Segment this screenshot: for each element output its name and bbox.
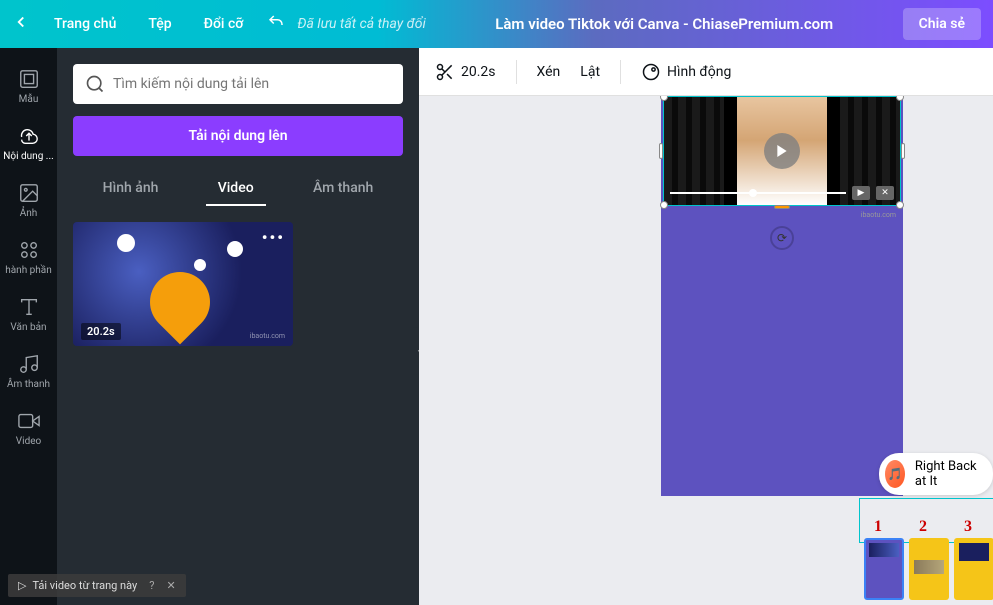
animate-icon bbox=[641, 62, 661, 82]
tab-audio[interactable]: Âm thanh bbox=[301, 172, 385, 206]
rail-audio[interactable]: Âm thanh bbox=[0, 343, 57, 400]
thumb-watermark: ibaotu.com bbox=[250, 332, 285, 340]
trim-button[interactable]: 20.2s bbox=[435, 62, 496, 82]
canvas-area: 20.2s Xén Lật Hình động ▶ ✕ bbox=[419, 48, 993, 605]
media-thumbnail[interactable]: ••• 20.2s ibaotu.com bbox=[73, 222, 293, 346]
upload-button[interactable]: Tải nội dung lên bbox=[73, 116, 403, 156]
rail-elements[interactable]: hành phần bbox=[0, 229, 57, 286]
video-expand-icon[interactable]: ▶ bbox=[852, 186, 870, 200]
design-title[interactable]: Làm video Tiktok với Canva - ChiasePremi… bbox=[426, 15, 903, 33]
resize-handle[interactable] bbox=[901, 143, 905, 159]
home-menu[interactable]: Trang chủ bbox=[38, 8, 132, 40]
video-progress[interactable]: ▶ ✕ bbox=[670, 187, 894, 199]
audio-track-pill[interactable]: 🎵 Right Back at It bbox=[879, 453, 993, 495]
audio-avatar-icon: 🎵 bbox=[885, 460, 905, 488]
main-area: Mẫu Nội dung ... Ảnh hành phần Văn bản Â… bbox=[0, 48, 993, 605]
design-page[interactable]: ▶ ✕ ibaotu.com ⟳ bbox=[661, 96, 903, 496]
canvas-workspace[interactable]: ▶ ✕ ibaotu.com ⟳ 🎵 Right Back at It bbox=[419, 96, 993, 605]
pages-strip: 1 2 3 4 + bbox=[864, 538, 993, 600]
upload-tabs: Hình ảnh Video Âm thanh bbox=[73, 172, 403, 206]
back-icon[interactable] bbox=[12, 13, 30, 35]
resize-handle[interactable] bbox=[896, 96, 904, 101]
share-button[interactable]: Chia sẻ bbox=[903, 8, 981, 40]
rail-uploads[interactable]: Nội dung ... bbox=[0, 115, 57, 172]
resize-handle[interactable] bbox=[659, 143, 663, 159]
tab-images[interactable]: Hình ảnh bbox=[91, 172, 171, 206]
saved-status: Đã lưu tất cả thay đổi bbox=[297, 16, 425, 32]
search-input[interactable] bbox=[113, 76, 391, 92]
resize-handle[interactable] bbox=[896, 201, 904, 209]
rail-text[interactable]: Văn bản bbox=[0, 286, 57, 343]
rail-templates[interactable]: Mẫu bbox=[0, 58, 57, 115]
page-thumbnail-3[interactable]: 3 bbox=[954, 538, 993, 600]
element-watermark: ibaotu.com bbox=[861, 211, 896, 219]
resize-handle[interactable] bbox=[774, 205, 790, 209]
rail-video[interactable]: Video bbox=[0, 400, 57, 457]
page-thumbnail-2[interactable]: 2 bbox=[909, 538, 949, 600]
thumb-duration: 20.2s bbox=[81, 323, 121, 340]
download-notice: ▷ Tải video từ trang này ? ✕ bbox=[8, 574, 186, 597]
notice-close-icon[interactable]: ✕ bbox=[166, 579, 175, 592]
undo-icon[interactable] bbox=[267, 13, 285, 35]
crop-button[interactable]: Xén bbox=[537, 64, 561, 80]
app-header: Trang chủ Tệp Đổi cỡ Đã lưu tất cả thay … bbox=[0, 0, 993, 48]
page-thumbnail-1[interactable]: 1 bbox=[864, 538, 904, 600]
resize-menu[interactable]: Đổi cỡ bbox=[188, 8, 260, 40]
scissors-icon bbox=[435, 62, 455, 82]
animate-button[interactable]: Hình động bbox=[641, 62, 731, 82]
play-icon[interactable] bbox=[764, 133, 800, 169]
video-close-icon[interactable]: ✕ bbox=[876, 186, 894, 200]
editor-toolbar: 20.2s Xén Lật Hình động bbox=[419, 48, 993, 96]
audio-title: Right Back at It bbox=[915, 459, 977, 489]
play-small-icon: ▷ bbox=[18, 579, 26, 592]
side-panel: Tải nội dung lên Hình ảnh Video Âm thanh… bbox=[57, 48, 419, 605]
tab-video[interactable]: Video bbox=[206, 172, 266, 206]
search-icon bbox=[85, 74, 105, 94]
side-rail: Mẫu Nội dung ... Ảnh hành phần Văn bản Â… bbox=[0, 48, 57, 605]
rail-photos[interactable]: Ảnh bbox=[0, 172, 57, 229]
loading-spinner-icon: ⟳ bbox=[770, 226, 794, 250]
flip-button[interactable]: Lật bbox=[580, 64, 600, 80]
selected-video-element[interactable]: ▶ ✕ ibaotu.com bbox=[663, 96, 901, 206]
resize-handle[interactable] bbox=[660, 201, 668, 209]
search-box[interactable] bbox=[73, 64, 403, 104]
file-menu[interactable]: Tệp bbox=[132, 8, 187, 40]
notice-help-icon[interactable]: ? bbox=[149, 579, 154, 592]
thumb-more-icon[interactable]: ••• bbox=[262, 228, 285, 247]
